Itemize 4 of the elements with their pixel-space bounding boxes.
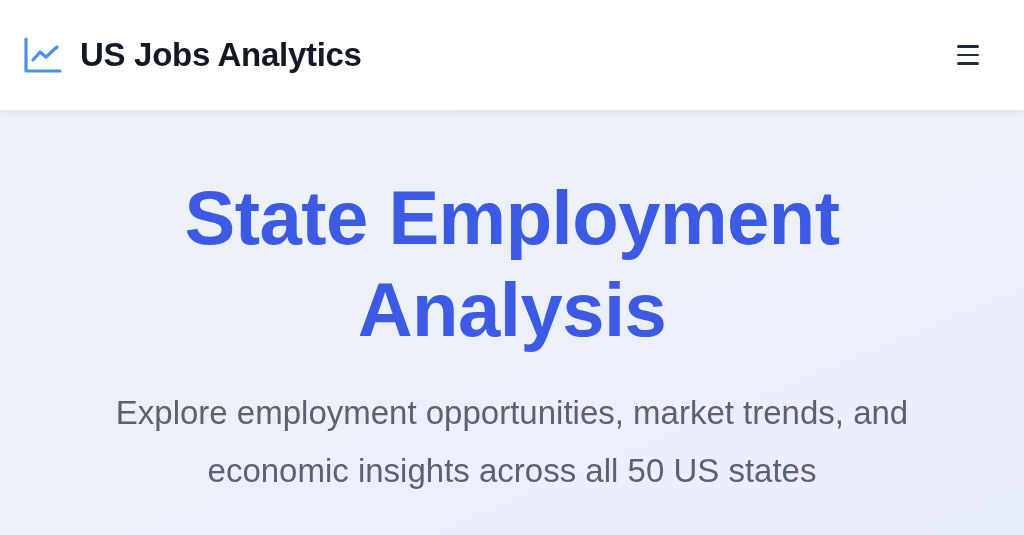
hero-heading: State Employment Analysis <box>183 174 841 354</box>
line-chart-icon[interactable] <box>24 37 62 73</box>
app-title: US Jobs Analytics <box>80 35 362 76</box>
hero-subtitle: Explore employment opportunities, market trends, and economic insights across all 50 US states <box>114 393 910 491</box>
